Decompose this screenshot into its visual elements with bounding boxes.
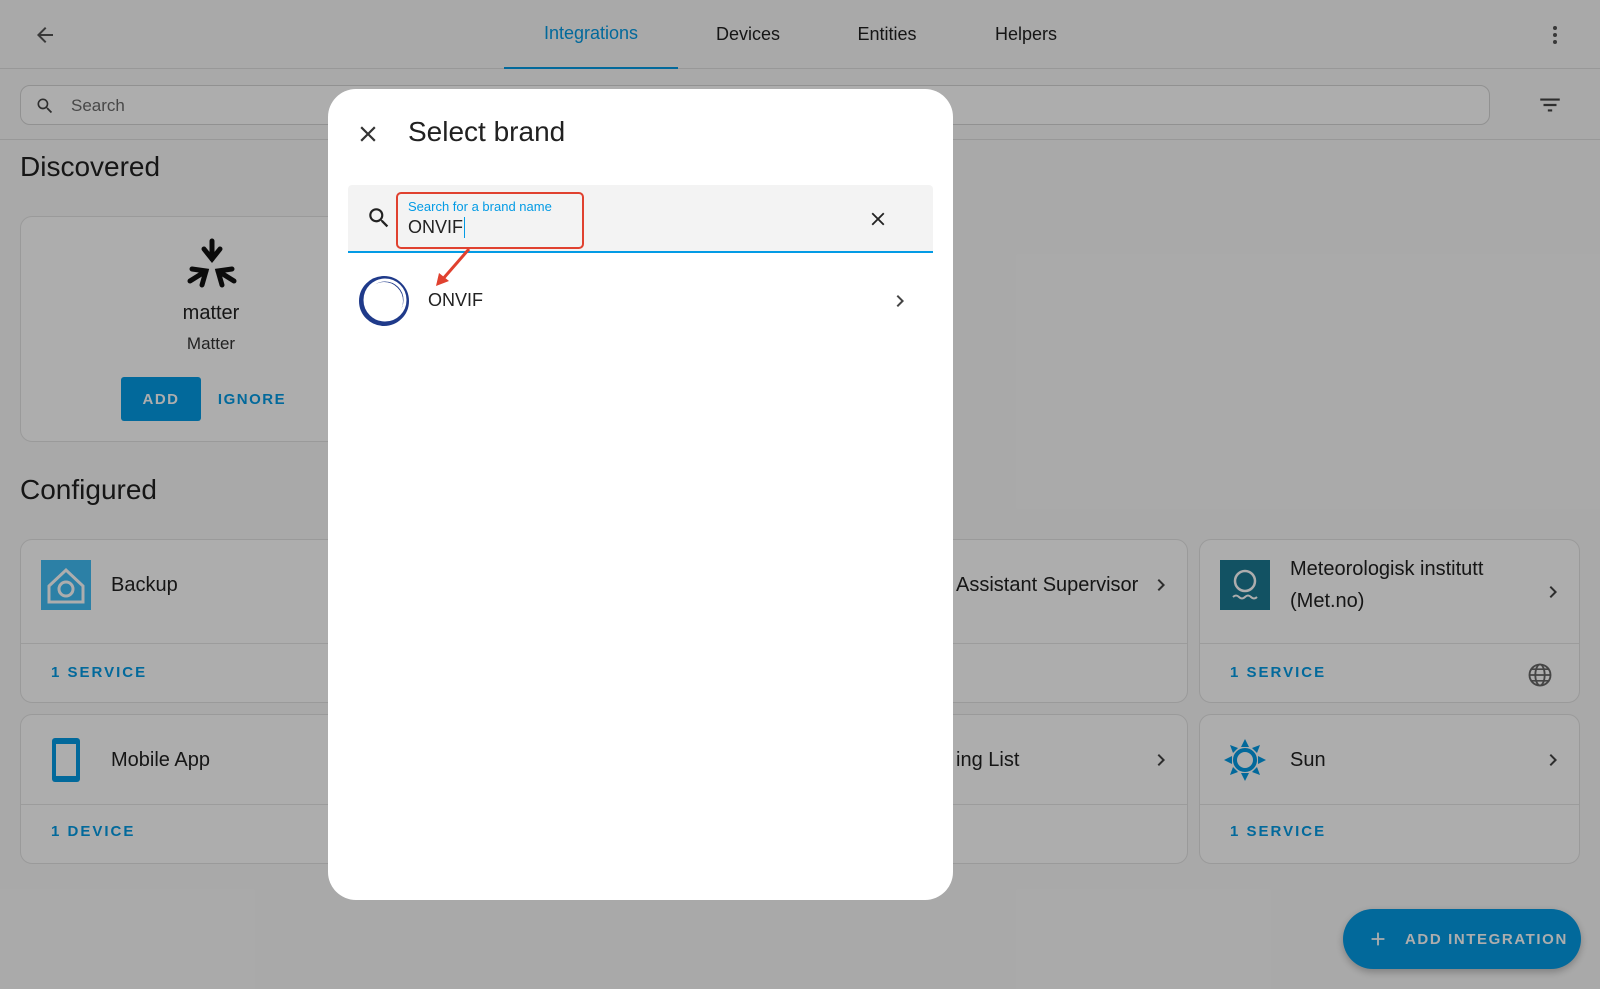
select-brand-dialog: Select brand Search for a brand name ONV… — [328, 89, 953, 900]
annotation-highlight-box — [396, 192, 584, 249]
brand-result-onvif[interactable]: ONVIF — [328, 275, 953, 331]
dialog-title: Select brand — [408, 116, 566, 147]
onvif-logo-icon — [359, 276, 409, 326]
clear-search-button[interactable] — [858, 199, 898, 239]
close-icon — [871, 212, 885, 226]
chevron-right-icon — [896, 295, 904, 307]
brand-result-name: ONVIF — [428, 290, 484, 310]
close-dialog-button[interactable] — [348, 114, 388, 154]
magnify-icon — [369, 208, 389, 228]
close-icon — [360, 126, 376, 142]
